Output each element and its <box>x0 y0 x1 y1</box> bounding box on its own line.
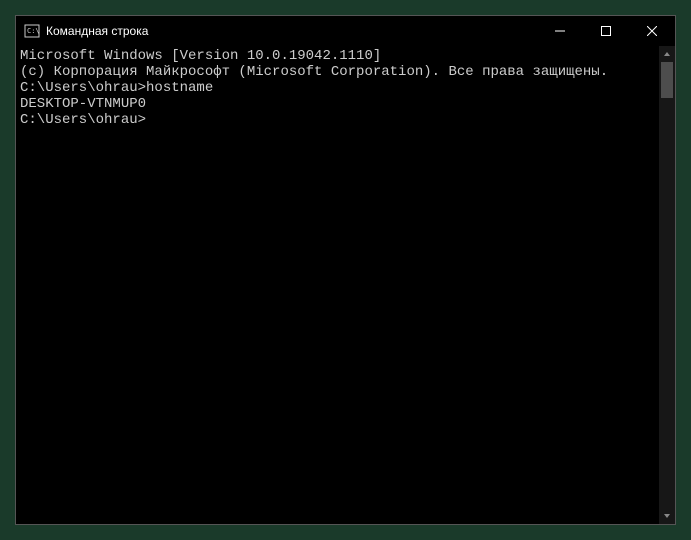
console-area: Microsoft Windows [Version 10.0.19042.11… <box>16 46 675 524</box>
hostname-output: DESKTOP-VTNMUP0 <box>20 96 655 112</box>
scrollbar-up-button[interactable] <box>659 46 675 62</box>
scrollbar-down-button[interactable] <box>659 508 675 524</box>
command-prompt-window: C:\ Командная строка Microsoft Windows [… <box>15 15 676 525</box>
titlebar[interactable]: C:\ Командная строка <box>16 16 675 46</box>
version-line: Microsoft Windows [Version 10.0.19042.11… <box>20 48 655 64</box>
window-controls <box>537 16 675 46</box>
vertical-scrollbar[interactable] <box>659 46 675 524</box>
prompt-line: C:\Users\ohrau> <box>20 112 655 128</box>
window-title: Командная строка <box>46 24 537 38</box>
console-output[interactable]: Microsoft Windows [Version 10.0.19042.11… <box>16 46 659 524</box>
close-button[interactable] <box>629 16 675 46</box>
copyright-line: (c) Корпорация Майкрософт (Microsoft Cor… <box>20 64 655 80</box>
prompt-command-line: C:\Users\ohrau>hostname <box>20 80 655 96</box>
cmd-icon: C:\ <box>24 23 40 39</box>
maximize-button[interactable] <box>583 16 629 46</box>
scrollbar-thumb[interactable] <box>661 62 673 98</box>
minimize-button[interactable] <box>537 16 583 46</box>
svg-text:C:\: C:\ <box>27 27 40 35</box>
